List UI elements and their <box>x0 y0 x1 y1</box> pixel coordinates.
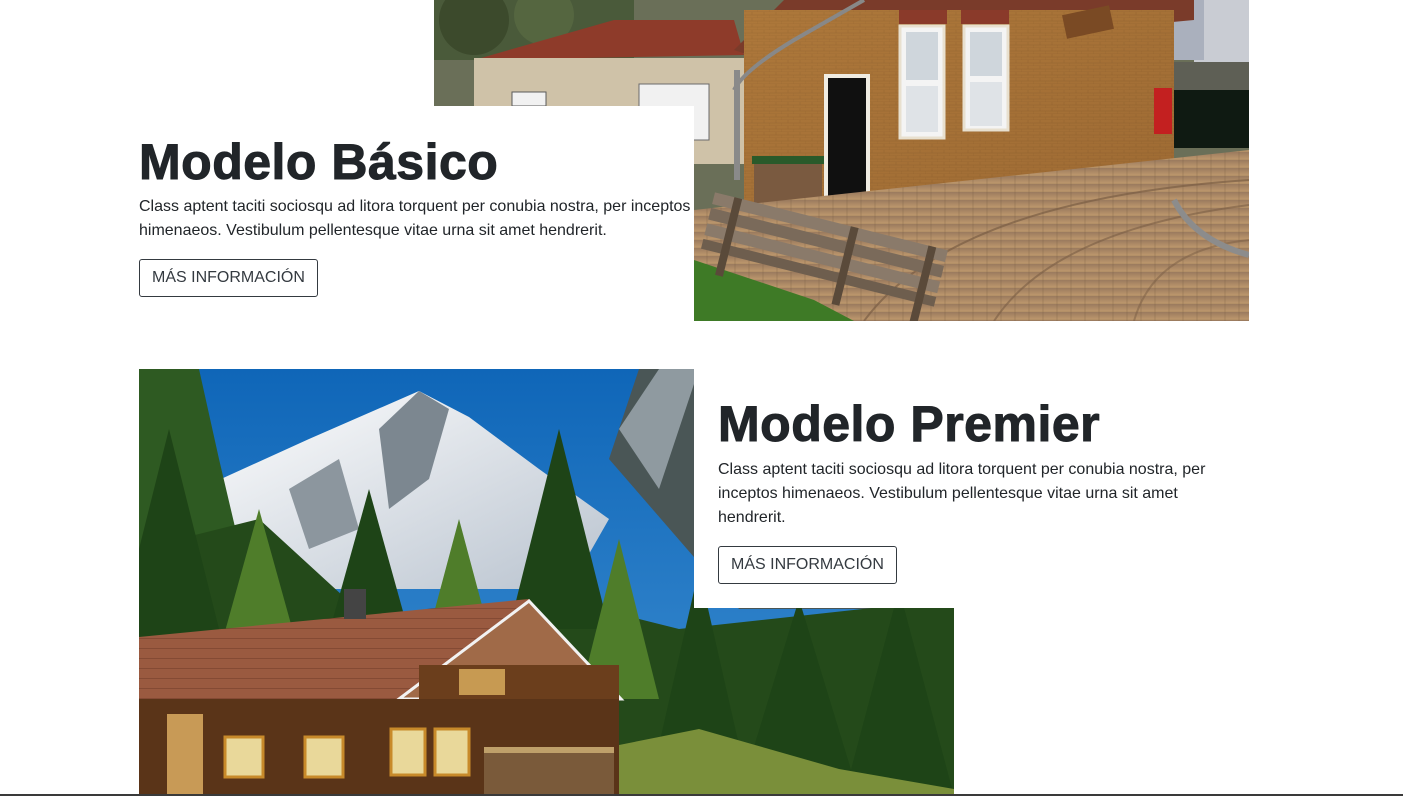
page: Modelo Básico Class aptent taciti socios… <box>0 0 1403 796</box>
section-description: Class aptent taciti sociosqu ad litora t… <box>718 461 1206 526</box>
mas-informacion-button[interactable]: MÁS INFORMACIÓN <box>718 546 897 584</box>
section-title: Modelo Premier <box>717 396 1101 453</box>
section-title: Modelo Básico <box>138 134 499 191</box>
card-modelo-basico: Modelo Básico Class aptent taciti socios… <box>0 106 694 321</box>
section-description: Class aptent taciti sociosqu ad litora t… <box>139 198 691 239</box>
card-modelo-premier: Modelo Premier Class aptent taciti socio… <box>694 369 1234 608</box>
mas-informacion-button[interactable]: MÁS INFORMACIÓN <box>139 259 318 297</box>
